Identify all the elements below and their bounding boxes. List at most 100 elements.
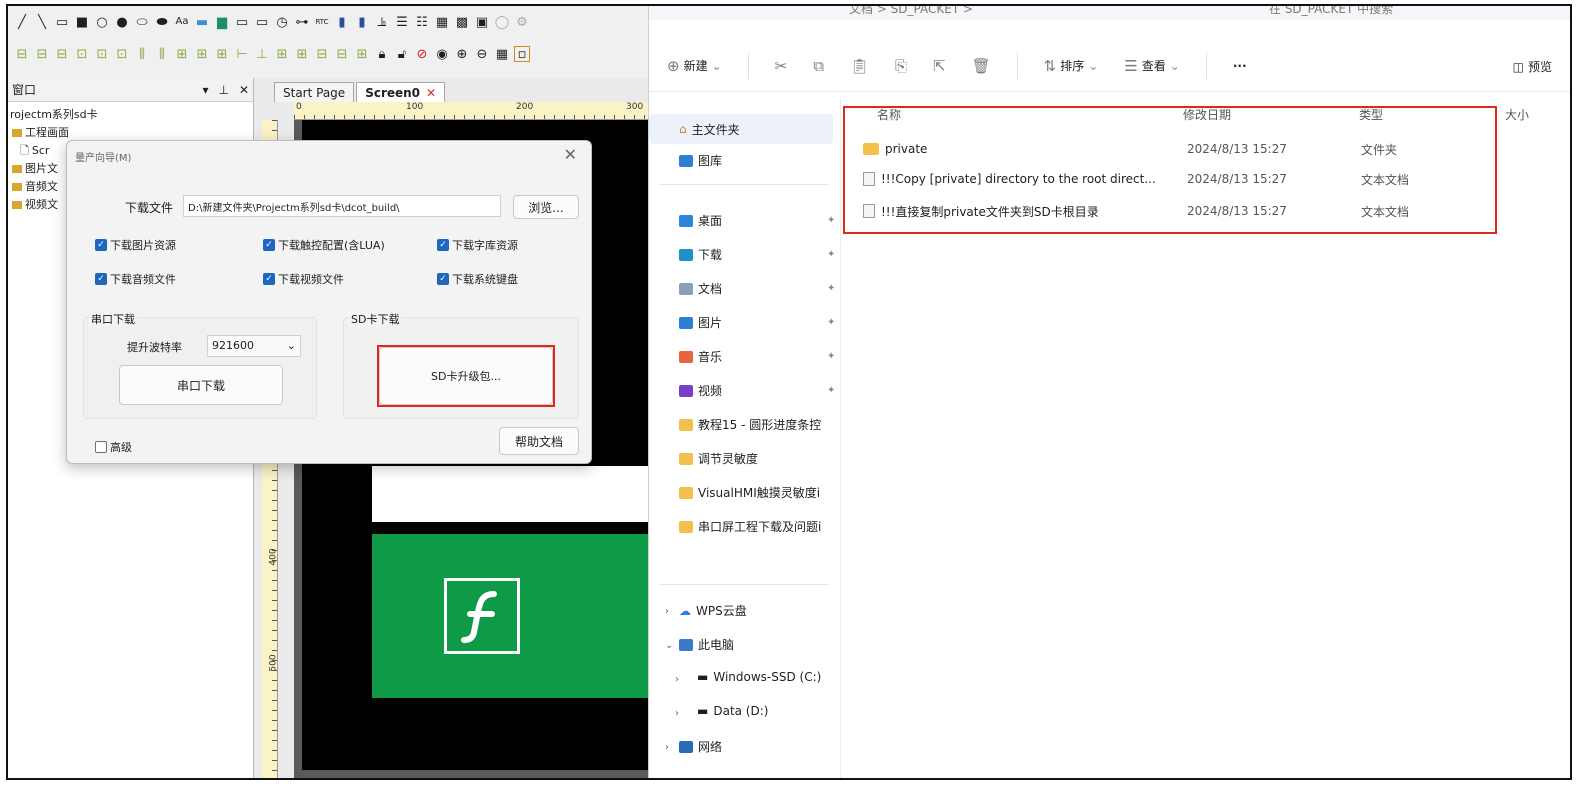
tab-screen0[interactable]: Screen0 ✕ xyxy=(356,82,446,102)
flash-icon[interactable] xyxy=(444,578,520,654)
nav-network[interactable]: 网络 xyxy=(679,738,722,755)
gauge-widget-icon[interactable]: ◯ xyxy=(494,14,510,30)
nav-quick-item[interactable]: 文档 ✦ xyxy=(679,280,835,297)
help-doc-button[interactable]: 帮助文档 xyxy=(499,427,579,455)
align-top-icon[interactable]: ⊡ xyxy=(74,46,90,62)
nav-quick-item[interactable]: 下载 ✦ xyxy=(679,246,835,263)
nav-quick-item[interactable]: 教程15 - 圆形进度条控 xyxy=(679,416,821,433)
show-icon[interactable]: ◉ xyxy=(434,46,450,62)
ungroup-icon[interactable]: ⊞ xyxy=(294,46,310,62)
align-middle-icon[interactable]: ⊡ xyxy=(94,46,110,62)
grid-snap-icon[interactable]: ⊞ xyxy=(354,46,370,62)
nav-quick-item[interactable]: 音乐 ✦ xyxy=(679,348,835,365)
table-widget-icon[interactable]: ▦ xyxy=(434,14,450,30)
panel-dropdown-icon[interactable]: ▾ xyxy=(202,83,208,97)
space-h-icon[interactable]: ⊢ xyxy=(234,46,250,62)
checkbox-download-fonts[interactable]: ✓ 下载字库资源 xyxy=(437,237,518,253)
chevron-right-icon[interactable]: › xyxy=(665,742,669,753)
chevron-down-icon[interactable]: ⌄ xyxy=(665,640,673,651)
send-back-icon[interactable]: ⊟ xyxy=(334,46,350,62)
slider-widget-icon[interactable]: ⊶ xyxy=(294,14,310,30)
panel-close-icon[interactable]: ✕ xyxy=(239,83,249,97)
checkbox-download-touch-config[interactable]: ✓ 下载触控配置(含LUA) xyxy=(263,237,385,253)
grid-widget-icon[interactable]: ▩ xyxy=(454,14,470,30)
circle-outline-icon[interactable]: ○ xyxy=(94,14,110,30)
frame-icon[interactable]: ▫ xyxy=(514,46,530,62)
input-widget-icon[interactable]: ▭ xyxy=(234,14,250,30)
distribute-v-icon[interactable]: ⊞ xyxy=(214,46,230,62)
download-path-field[interactable]: D:\新建文件夹\Projectm系列sd卡\dcot_build\ xyxy=(183,195,501,217)
panel-pin-icon[interactable]: ⊥ xyxy=(218,83,228,97)
ellipse-outline-icon[interactable]: ⬭ xyxy=(134,14,150,30)
bring-front-icon[interactable]: ⊟ xyxy=(314,46,330,62)
layout-icon[interactable]: ▦ xyxy=(494,46,510,62)
rect-outline-icon[interactable]: ▭ xyxy=(54,14,70,30)
photo-widget-icon[interactable]: ▣ xyxy=(474,14,490,30)
checkbox-download-images[interactable]: ✓ 下载图片资源 xyxy=(95,237,176,253)
list-widget-icon[interactable]: ☰ xyxy=(394,14,410,30)
rtc-widget-icon[interactable]: RTC xyxy=(314,14,330,30)
clock-widget-icon[interactable]: ◷ xyxy=(274,14,290,30)
chart-widget-icon[interactable]: ⫡ xyxy=(374,14,390,30)
checkbox-advanced[interactable]: 高级 xyxy=(95,439,132,455)
zoom-in-icon[interactable]: ⊕ xyxy=(454,46,470,62)
preview-button[interactable]: ◫ 预览 xyxy=(1513,58,1552,75)
more-button[interactable]: ··· xyxy=(1233,59,1247,73)
screen-white-block[interactable] xyxy=(372,466,648,522)
serial-download-button[interactable]: 串口下载 xyxy=(119,365,283,405)
chevron-right-icon[interactable]: › xyxy=(675,708,679,719)
nav-drive-d[interactable]: ▬ Data (D:) xyxy=(697,704,768,718)
checkbox-download-audio[interactable]: ✓ 下载音频文件 xyxy=(95,271,176,287)
nav-this-pc[interactable]: 此电脑 xyxy=(679,636,734,653)
image-widget-icon[interactable]: ▆ xyxy=(214,14,230,30)
pin-icon[interactable]: ✦ xyxy=(827,215,835,226)
line-tool-icon[interactable]: ╱ xyxy=(14,14,30,30)
pin-icon[interactable]: ✦ xyxy=(827,317,835,328)
delete-button[interactable]: 🗑︎ xyxy=(972,57,991,75)
cut-button[interactable]: ✂ xyxy=(775,57,788,75)
search-input[interactable]: 在 SD_PACKET 中搜索 xyxy=(1269,6,1559,18)
same-width-icon[interactable]: ⫼ xyxy=(134,46,150,62)
close-icon[interactable]: ✕ xyxy=(564,145,577,164)
lock-icon[interactable]: 🔒︎ xyxy=(374,46,390,62)
paste-button[interactable]: 📋︎ xyxy=(850,57,869,75)
rect-filled-icon[interactable]: ■ xyxy=(74,14,90,30)
checkbox-download-keyboard[interactable]: ✓ 下载系统键盘 xyxy=(437,271,518,287)
space-v-icon[interactable]: ⊥ xyxy=(254,46,270,62)
align-center-icon[interactable]: ⊟ xyxy=(34,46,50,62)
nav-gallery[interactable]: 图库 xyxy=(679,152,722,169)
tab-close-icon[interactable]: ✕ xyxy=(426,86,436,100)
pin-icon[interactable]: ✦ xyxy=(827,249,835,260)
nav-quick-item[interactable]: VisualHMI触摸灵敏度i xyxy=(679,484,820,501)
nav-quick-item[interactable]: 图片 ✦ xyxy=(679,314,835,331)
align-left-icon[interactable]: ⊟ xyxy=(14,46,30,62)
nav-quick-item[interactable]: 桌面 ✦ xyxy=(679,212,835,229)
nav-quick-item[interactable]: 调节灵敏度 xyxy=(679,450,758,467)
new-button[interactable]: ⊕ 新建 ⌄ xyxy=(667,57,722,75)
diagonal-line-icon[interactable]: ╲ xyxy=(34,14,50,30)
zoom-out-icon[interactable]: ⊖ xyxy=(474,46,490,62)
nav-home[interactable]: ⌂ 主文件夹 xyxy=(649,114,833,144)
menu-widget-icon[interactable]: ☷ xyxy=(414,14,430,30)
unlock-icon[interactable]: 🔓︎ xyxy=(394,46,410,62)
nav-wps-cloud[interactable]: ☁ WPS云盘 xyxy=(679,602,747,619)
button-widget-icon[interactable]: ▬ xyxy=(194,14,210,30)
same-height-icon[interactable]: ⫼ xyxy=(154,46,170,62)
text-tool-icon[interactable]: Aa xyxy=(174,14,190,30)
sort-button[interactable]: ⇅ 排序 ⌄ xyxy=(1044,57,1099,75)
pin-icon[interactable]: ✦ xyxy=(827,283,835,294)
distribute-h-icon[interactable]: ⊞ xyxy=(194,46,210,62)
edit-widget-icon[interactable]: ▭ xyxy=(254,14,270,30)
hide-icon[interactable]: ⊘ xyxy=(414,46,430,62)
nav-quick-item[interactable]: 视频 ✦ xyxy=(679,382,835,399)
progress-widget-icon[interactable]: ▮ xyxy=(354,14,370,30)
rename-button[interactable]: ⎘ xyxy=(895,57,907,75)
meter-widget-icon[interactable]: ▮ xyxy=(334,14,350,30)
align-bottom-icon[interactable]: ⊡ xyxy=(114,46,130,62)
column-size[interactable]: 大小 xyxy=(1505,106,1529,123)
group-icon[interactable]: ⊞ xyxy=(274,46,290,62)
tab-start-page[interactable]: Start Page xyxy=(274,82,355,102)
browse-button[interactable]: 浏览... xyxy=(513,195,579,219)
view-button[interactable]: ☰ 查看 ⌄ xyxy=(1124,57,1180,75)
same-size-icon[interactable]: ⊞ xyxy=(174,46,190,62)
